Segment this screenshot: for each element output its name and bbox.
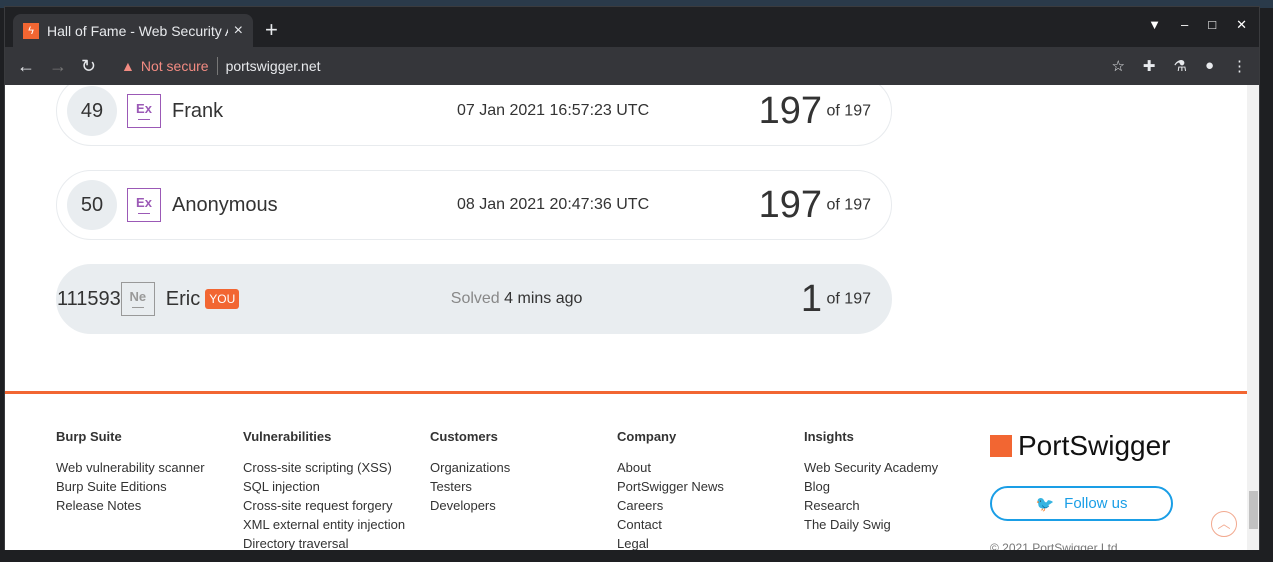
new-tab-button[interactable]: +: [265, 17, 278, 43]
solved-count: 197: [758, 183, 823, 226]
footer-link[interactable]: SQL injection: [243, 477, 405, 496]
rank: 50: [67, 180, 117, 230]
follow-us-button[interactable]: 🐦 Follow us: [990, 486, 1173, 521]
completion-date: 08 Jan 2021 20:47:36 UTC: [457, 196, 650, 213]
solved-time: 4 mins ago: [504, 290, 583, 307]
total-count: of 197: [826, 102, 871, 120]
browser-toolbar: ← → ↻ ▲ Not secure portswigger.net ☆ ✚ ⚗ ● ⋮: [5, 47, 1259, 85]
footer-link[interactable]: Release Notes: [56, 496, 205, 515]
footer-link[interactable]: Careers: [617, 496, 724, 515]
solved-label: Solved: [450, 290, 500, 307]
level-badge-icon: Ex: [127, 94, 161, 128]
solved-status: Solved 4 mins ago: [451, 290, 748, 308]
maximize-icon[interactable]: □: [1208, 17, 1216, 33]
browser-tab[interactable]: ϟ Hall of Fame - Web Security Academy ×: [13, 14, 253, 48]
scroll-to-top-chevron-up-icon[interactable]: ︿: [1211, 511, 1237, 537]
footer-link[interactable]: Research: [804, 496, 938, 515]
score: 197 of 197: [754, 184, 891, 227]
portswigger-logo[interactable]: PortSwigger: [990, 430, 1171, 462]
close-window-icon[interactable]: ✕: [1236, 17, 1247, 33]
footer-heading: Vulnerabilities: [243, 429, 332, 444]
footer-link[interactable]: Web vulnerability scanner: [56, 458, 205, 477]
leaderboard-row: 50 Ex Anonymous 08 Jan 2021 20:47:36 UTC…: [56, 170, 892, 240]
follow-label: Follow us: [1064, 495, 1128, 512]
leaderboard-row: 49 Ex Frank 07 Jan 2021 16:57:23 UTC 197…: [56, 85, 892, 146]
browser-window: ϟ Hall of Fame - Web Security Academy × …: [4, 6, 1260, 550]
footer-link[interactable]: Testers: [430, 477, 510, 496]
footer-divider: [5, 391, 1247, 394]
score: 1 of 197: [748, 278, 891, 321]
footer-column-customers: Customers Organizations Testers Developers: [430, 429, 510, 515]
footer-link[interactable]: About: [617, 458, 724, 477]
footer-link[interactable]: Blog: [804, 477, 938, 496]
footer-link[interactable]: Legal: [617, 534, 724, 550]
user-name-text: Frank: [172, 99, 224, 122]
security-status[interactable]: Not secure: [141, 58, 209, 74]
rank: 49: [67, 86, 117, 136]
footer-column-company: Company About PortSwigger News Careers Conta…: [617, 429, 724, 550]
minimize-icon[interactable]: –: [1181, 17, 1188, 33]
user-name: Anonymous: [172, 194, 457, 217]
score: 197 of 197: [754, 90, 891, 133]
twitter-bird-icon: 🐦: [1035, 495, 1055, 513]
tab-title: Hall of Fame - Web Security Academy: [47, 23, 228, 39]
footer-link[interactable]: Web Security Academy: [804, 458, 938, 477]
level-badge-icon: Ne: [120, 282, 155, 316]
user-name-text: Eric: [165, 287, 201, 310]
reload-icon[interactable]: ↻: [81, 56, 113, 77]
footer-column-burp-suite: Burp Suite Web vulnerability scanner Burp …: [56, 429, 205, 515]
close-tab-icon[interactable]: ×: [234, 22, 243, 40]
brand-name: PortSwigger: [1018, 430, 1171, 461]
user-name: Eric YOU: [166, 288, 451, 311]
footer-column-vulnerabilities: Vulnerabilities Cross-site scripting (XSS…: [243, 429, 405, 550]
page-scrollbar[interactable]: [1247, 85, 1259, 550]
footer-link[interactable]: XML external entity injection: [243, 515, 405, 534]
total-count: of 197: [826, 290, 871, 308]
you-badge: YOU: [205, 289, 240, 309]
lab-flask-icon[interactable]: ⚗: [1173, 57, 1186, 75]
bookmark-star-icon[interactable]: ☆: [1111, 57, 1124, 75]
footer-link[interactable]: Cross-site request forgery: [243, 496, 405, 515]
forward-icon[interactable]: →: [49, 56, 81, 77]
user-name: Frank: [172, 100, 457, 123]
footer-heading: Insights: [804, 429, 854, 444]
footer-link[interactable]: The Daily Swig: [804, 515, 938, 534]
back-icon[interactable]: ←: [17, 56, 49, 77]
warning-icon: ▲: [121, 58, 135, 74]
user-name-text: Anonymous: [172, 193, 278, 216]
footer-link[interactable]: Burp Suite Editions: [56, 477, 205, 496]
footer-link[interactable]: Organizations: [430, 458, 510, 477]
footer-link[interactable]: PortSwigger News: [617, 477, 724, 496]
footer-link[interactable]: Developers: [430, 496, 510, 515]
footer-heading: Burp Suite: [56, 429, 122, 444]
portswigger-logo-icon: [990, 435, 1012, 457]
profile-dropdown-icon[interactable]: ▼: [1148, 17, 1161, 33]
footer-column-insights: Insights Web Security Academy Blog Research…: [804, 429, 938, 534]
footer-link[interactable]: Cross-site scripting (XSS): [243, 458, 405, 477]
rank: 111593: [57, 287, 121, 310]
address-bar[interactable]: ▲ Not secure portswigger.net: [121, 57, 321, 75]
page-content: 49 Ex Frank 07 Jan 2021 16:57:23 UTC 197…: [5, 85, 1247, 550]
tab-bar: ϟ Hall of Fame - Web Security Academy × …: [5, 7, 1259, 48]
completion-date: 07 Jan 2021 16:57:23 UTC: [457, 102, 650, 119]
total-count: of 197: [826, 196, 871, 214]
level-badge-icon: Ex: [127, 188, 161, 222]
footer-link[interactable]: Contact: [617, 515, 724, 534]
footer-link[interactable]: Directory traversal: [243, 534, 405, 550]
leaderboard-row-current-user: 111593 Ne Eric YOU Solved 4 mins ago 1 of…: [56, 264, 892, 334]
portswigger-favicon-icon: ϟ: [23, 23, 39, 39]
profile-avatar-icon[interactable]: ●: [1205, 57, 1214, 75]
divider: [216, 57, 218, 75]
menu-kebab-icon[interactable]: ⋮: [1232, 57, 1247, 75]
copyright: © 2021 PortSwigger Ltd.: [990, 541, 1121, 550]
solved-count: 1: [800, 277, 823, 320]
footer-heading: Customers: [430, 429, 498, 444]
extensions-icon[interactable]: ✚: [1143, 57, 1156, 75]
footer-heading: Company: [617, 429, 677, 444]
scrollbar-thumb[interactable]: [1249, 491, 1258, 529]
solved-count: 197: [758, 89, 823, 132]
url-text[interactable]: portswigger.net: [226, 58, 321, 74]
